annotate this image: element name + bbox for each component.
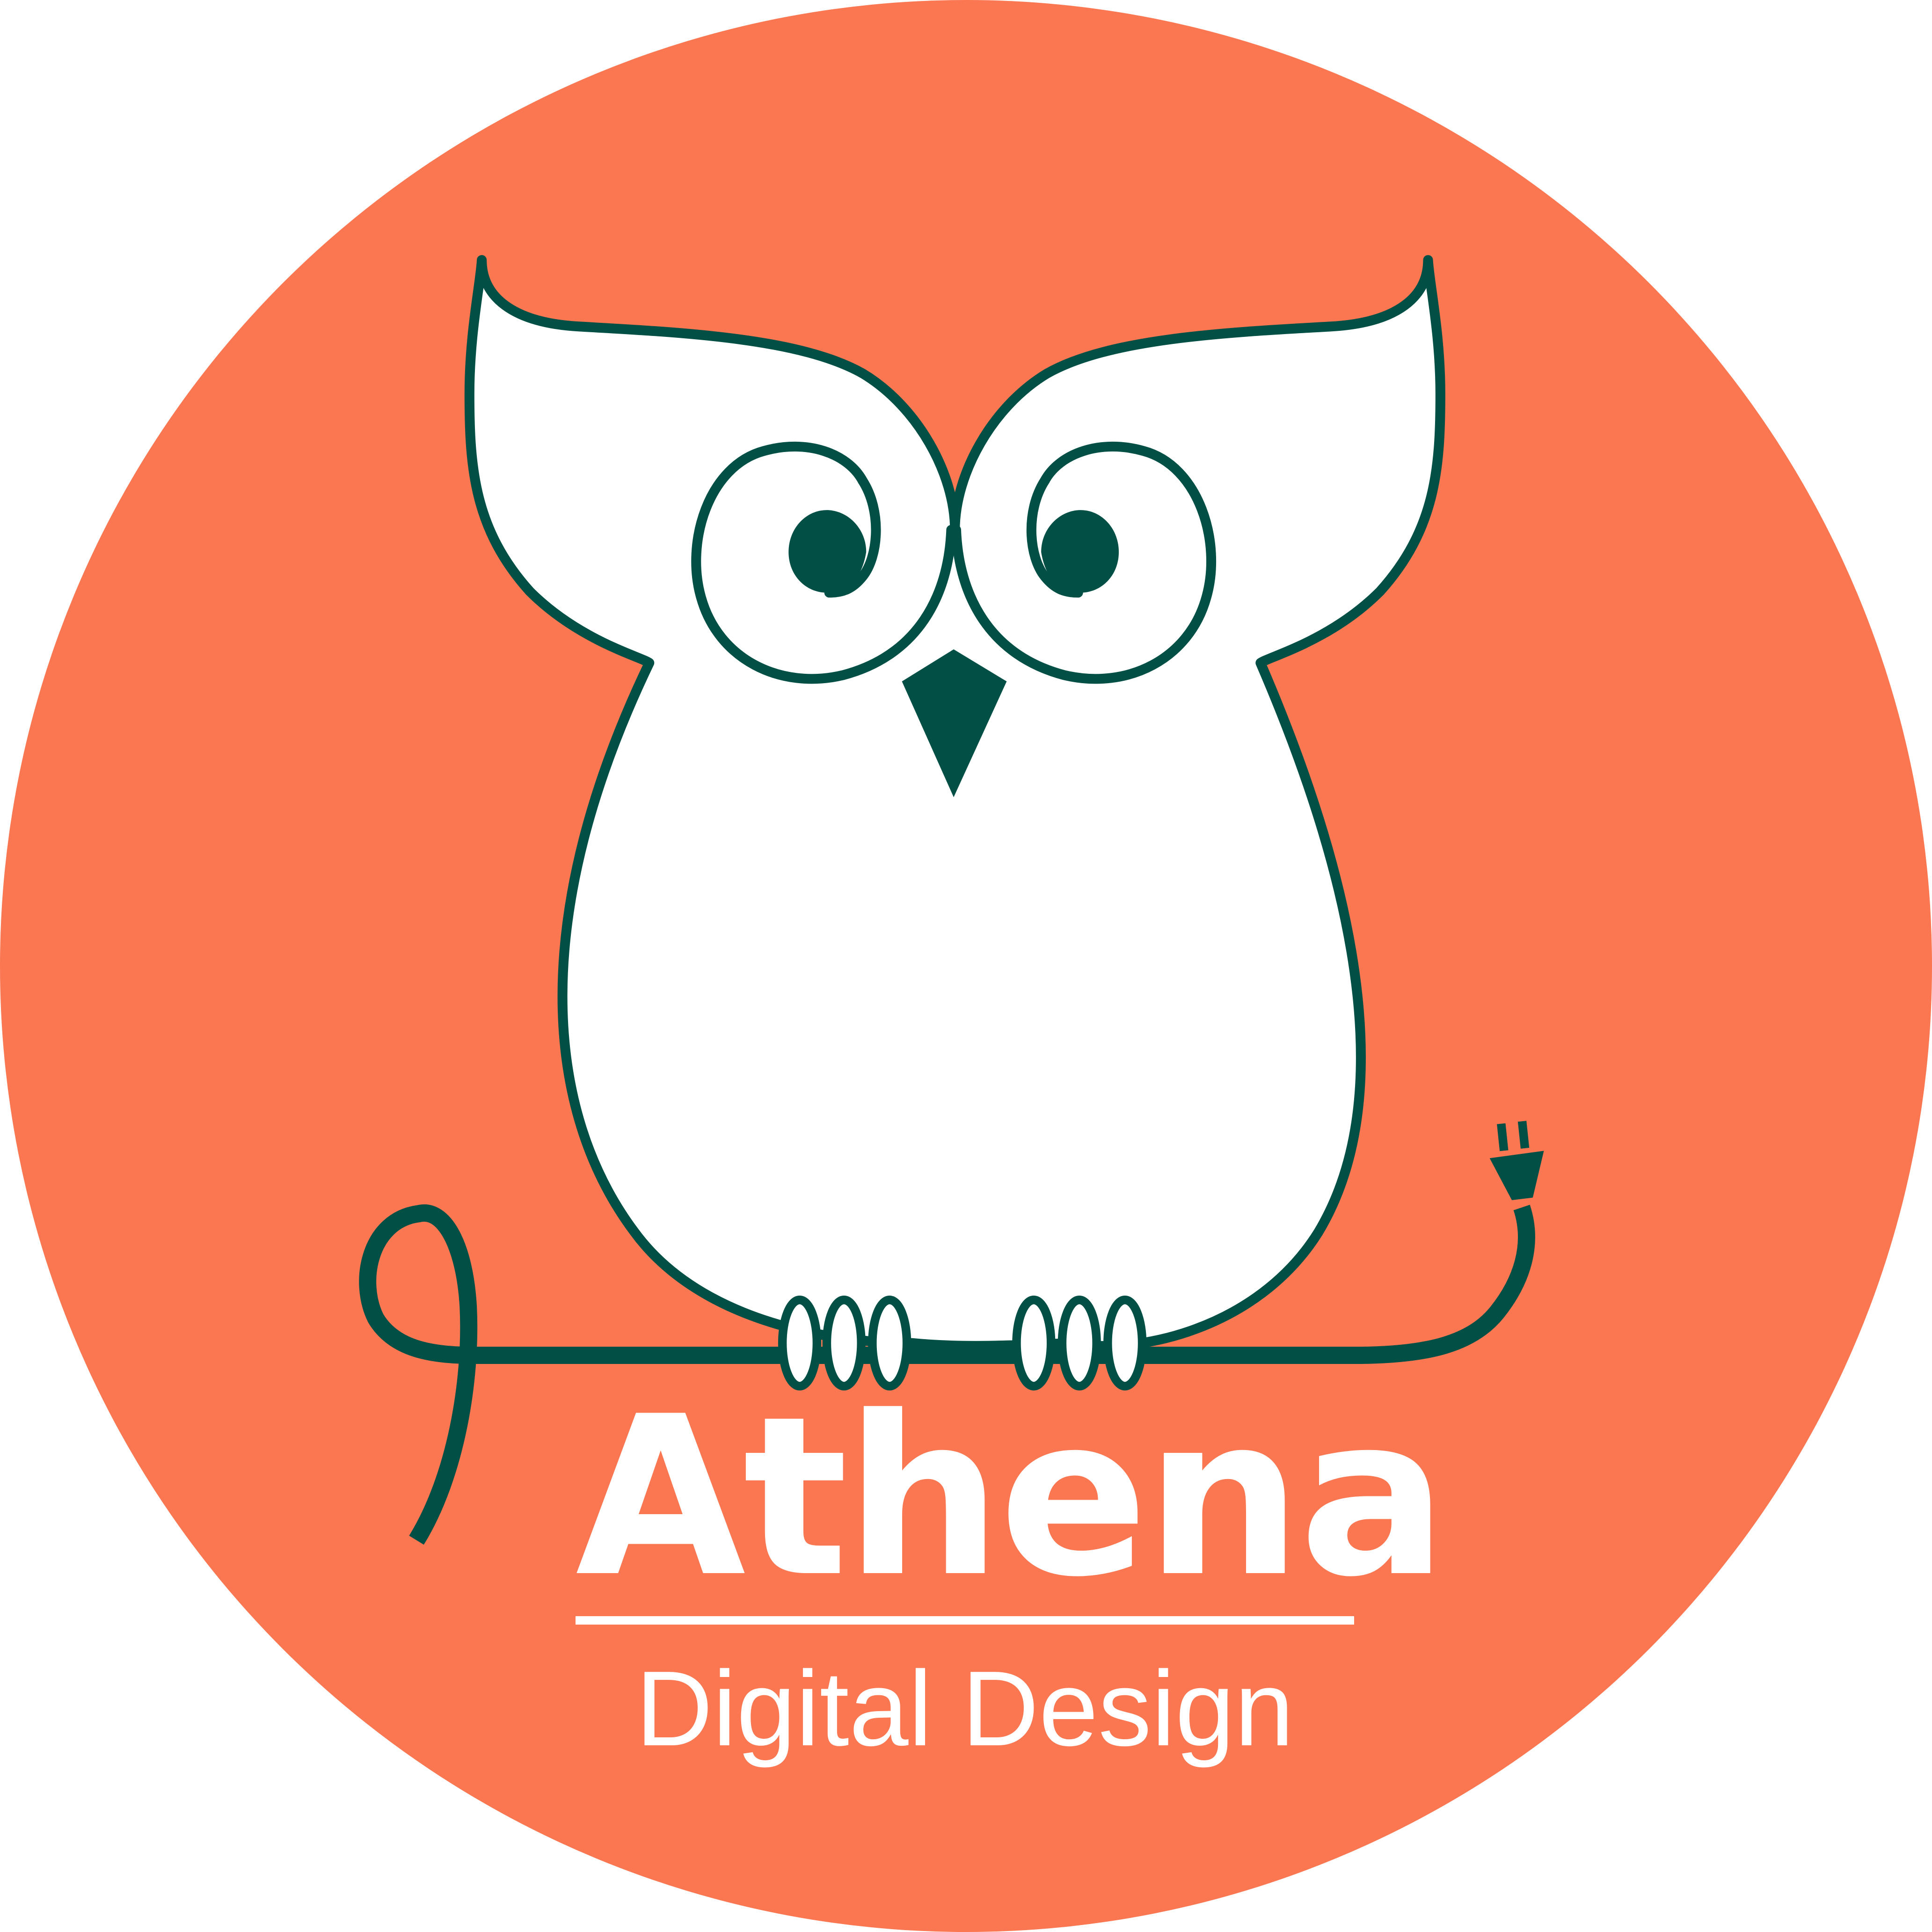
- athena-logo: Athena Digital Design: [0, 0, 1932, 1932]
- brand-divider: [576, 1616, 1354, 1625]
- logo-artwork: [0, 0, 1932, 1932]
- brand-tagline: Digital Design: [635, 1649, 1294, 1768]
- brand-name: Athena: [576, 1369, 1448, 1625]
